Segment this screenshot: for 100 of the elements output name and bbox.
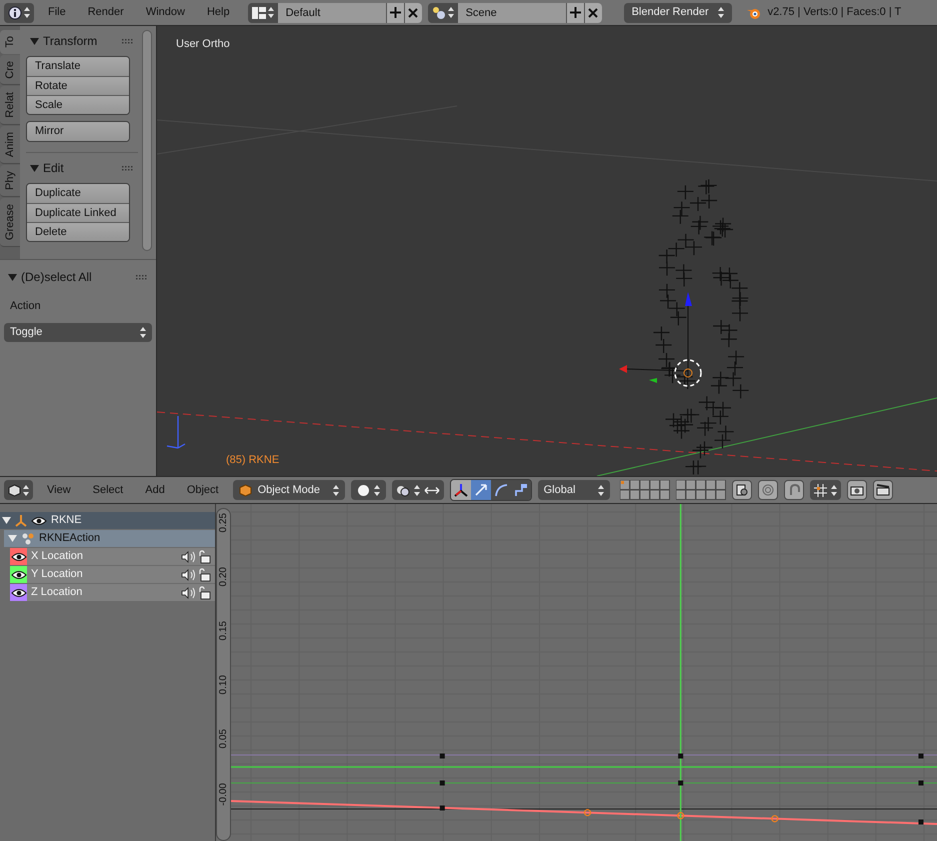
updown-arrows-icon (718, 7, 724, 18)
operator-panel-header[interactable]: (De)select All (4, 268, 152, 286)
empty-axes-icon (15, 514, 27, 526)
fcurve-channel-row[interactable]: Z Location (10, 584, 215, 601)
updown-arrows-icon (140, 326, 146, 338)
close-icon[interactable] (404, 2, 422, 22)
add-icon[interactable] (386, 2, 404, 22)
collapse-triangle-icon[interactable] (30, 36, 39, 46)
unlocked-padlock-icon[interactable] (197, 550, 211, 564)
axis-tick-label: 0.25 (217, 513, 230, 532)
fcurve-channel-row[interactable]: Y Location (10, 566, 215, 583)
layer-grid-icon[interactable] (620, 480, 670, 500)
scene-field[interactable]: Scene (458, 2, 566, 22)
menu-item[interactable]: View (39, 482, 79, 498)
tool-button[interactable]: Translate (27, 57, 129, 76)
info-icon (8, 6, 22, 20)
render-camera-icon[interactable] (846, 480, 867, 500)
object-name-label: (85) RKNE (226, 452, 280, 468)
updown-arrows-icon (268, 7, 274, 18)
menu-item[interactable]: Window (138, 4, 193, 21)
unlocked-padlock-icon[interactable] (197, 568, 211, 582)
drag-grip-icon[interactable] (136, 274, 148, 280)
cube-icon (238, 484, 252, 496)
updown-arrows-icon (448, 7, 454, 18)
shading-dropdown[interactable] (350, 480, 386, 500)
action-dropdown[interactable]: Toggle (4, 322, 152, 342)
eye-icon[interactable] (31, 516, 47, 526)
tool-shelf-tab[interactable]: Anim (0, 126, 20, 164)
drag-grip-icon[interactable] (122, 38, 134, 44)
updown-arrows-icon (374, 484, 380, 496)
menu-item[interactable]: Select (84, 482, 132, 498)
eye-icon[interactable] (10, 570, 26, 580)
orientation-dropdown[interactable]: Global (538, 480, 610, 500)
add-icon[interactable] (566, 2, 584, 22)
eye-icon[interactable] (10, 552, 26, 562)
menu-item[interactable]: Add (137, 482, 173, 498)
rotate-arc-icon[interactable] (490, 480, 511, 500)
info-editor-type-button[interactable] (4, 2, 34, 22)
updown-arrows-icon (414, 484, 420, 496)
tool-shelf-tab[interactable]: Phy (0, 165, 20, 198)
value-axis-scrollbar[interactable]: 0.25 0.20 0.15 0.10 0.05 -0.00 (216, 508, 231, 841)
axis-tick-label: 0.15 (217, 621, 230, 640)
scene-statistics: v2.75 | Verts:0 | Faces:0 | T (768, 5, 902, 20)
action-label: Action (9, 299, 42, 314)
updown-arrows-icon (23, 484, 29, 496)
scale-handle-icon[interactable] (510, 480, 531, 500)
fcurve-channel-row[interactable]: X Location (10, 548, 215, 565)
object-channel-row[interactable]: RKNE (0, 512, 215, 529)
render-engine-dropdown[interactable]: Blender Render (624, 2, 732, 22)
snap-grid-icon (814, 484, 827, 496)
tool-shelf-tab[interactable]: Grease (0, 198, 20, 248)
unlocked-padlock-icon[interactable] (197, 586, 211, 600)
panel-header[interactable]: Transform (26, 32, 138, 50)
lock-layers-icon[interactable] (732, 480, 752, 500)
updown-arrows-icon (830, 484, 837, 496)
eye-icon[interactable] (10, 588, 26, 598)
editor-type-button[interactable] (4, 480, 33, 500)
axis-tick-label: 0.05 (217, 729, 230, 748)
panel-header[interactable]: Edit (26, 159, 138, 177)
axis-tick-label: 0.10 (217, 675, 230, 694)
proportional-edit-icon[interactable] (758, 480, 778, 500)
collapse-triangle-icon[interactable] (8, 272, 17, 282)
tool-shelf-tab[interactable]: To (0, 30, 20, 54)
close-icon[interactable] (584, 2, 602, 22)
clapperboard-icon[interactable] (872, 480, 893, 500)
updown-arrows-icon (332, 484, 339, 496)
magnet-icon[interactable] (784, 480, 804, 500)
action-keys-icon (21, 532, 35, 544)
speaker-icon[interactable] (181, 550, 197, 562)
scrollbar[interactable] (142, 30, 152, 251)
tool-button[interactable]: Duplicate (27, 184, 129, 203)
screen-layout-field[interactable]: Default (278, 2, 386, 22)
updown-arrows-icon (598, 484, 604, 496)
circles-icon (396, 484, 410, 496)
cube-icon (8, 484, 21, 496)
snap-element-dropdown[interactable] (810, 480, 841, 500)
view-name-label: User Ortho (176, 37, 230, 52)
manipulator-toggle-icon[interactable] (450, 480, 471, 500)
tool-button[interactable]: Scale (27, 95, 129, 114)
drag-grip-icon[interactable] (122, 165, 134, 171)
menu-item[interactable]: Render (80, 4, 132, 21)
mode-dropdown[interactable]: Object Mode (232, 480, 345, 500)
menu-item[interactable]: File (40, 4, 74, 21)
menu-item[interactable]: Help (198, 4, 238, 21)
layout-grid-icon[interactable] (252, 6, 266, 18)
tool-button[interactable]: Mirror (27, 122, 129, 141)
menu-item[interactable]: Object (178, 482, 227, 498)
tool-button[interactable]: Delete (27, 222, 129, 241)
tool-button[interactable]: Duplicate Linked (27, 203, 129, 222)
tool-shelf-tab[interactable]: Cre (0, 54, 20, 86)
collapse-triangle-icon[interactable] (30, 164, 39, 172)
action-channel-row[interactable]: RKNEAction (4, 530, 215, 547)
axis-tick-label: 0.20 (217, 567, 230, 586)
speaker-icon[interactable] (181, 568, 197, 580)
layer-grid-icon[interactable] (676, 480, 726, 500)
scene-icon[interactable] (432, 6, 446, 20)
speaker-icon[interactable] (181, 586, 197, 598)
pivot-dropdown[interactable] (392, 480, 444, 500)
tool-shelf-tab[interactable]: Relat (0, 86, 20, 126)
tool-button[interactable]: Rotate (27, 76, 129, 95)
